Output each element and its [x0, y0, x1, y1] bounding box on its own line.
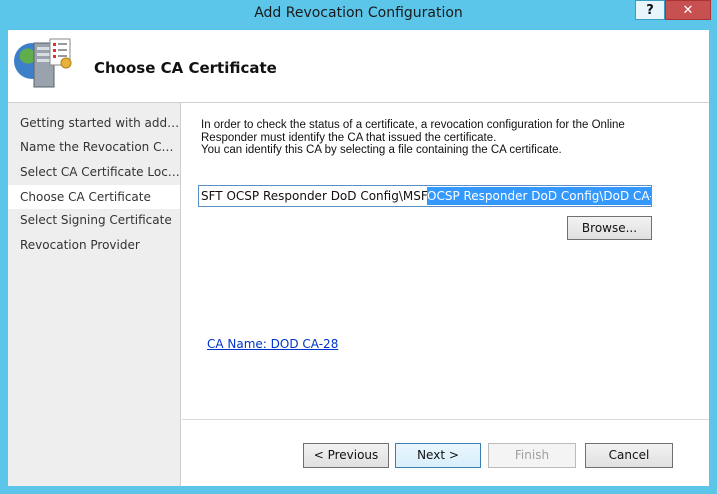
dialog-window: Add Revocation Configuration ? ✕ Choose … — [0, 0, 717, 494]
dialog-client-area: Choose CA Certificate Getting started wi… — [8, 30, 709, 486]
description-line: You can identify this CA by selecting a … — [201, 144, 562, 156]
previous-button[interactable]: < Previous — [303, 443, 389, 468]
description-line: In order to check the status of a certif… — [201, 119, 625, 131]
nav-item-choose-ca-certificate[interactable]: Choose CA Certificate — [8, 185, 180, 209]
certificate-server-icon — [14, 38, 72, 88]
path-text-unselected: SFT OCSP Responder DoD Config\MSFT — [201, 189, 435, 203]
cancel-button[interactable]: Cancel — [585, 443, 673, 468]
wizard-header: Choose CA Certificate — [8, 30, 709, 103]
wizard-nav: Getting started with addi... Name the Re… — [8, 103, 181, 486]
next-button[interactable]: Next > — [395, 443, 481, 468]
browse-button[interactable]: Browse... — [567, 216, 652, 240]
help-button[interactable]: ? — [635, 0, 665, 20]
wizard-content: In order to check the status of a certif… — [182, 103, 709, 486]
certificate-path-input[interactable]: SFT OCSP Responder DoD Config\MSFT OCSP … — [198, 185, 652, 207]
path-text-selected: OCSP Responder DoD Config\DoD CA-28.cer — [427, 187, 651, 205]
nav-item-name-revocation[interactable]: Name the Revocation Co... — [8, 135, 180, 159]
nav-item-select-ca-location[interactable]: Select CA Certificate Loca... — [8, 160, 180, 184]
window-title: Add Revocation Configuration — [254, 5, 463, 21]
footer-divider — [182, 419, 709, 420]
description-line: Responder must identify the CA that issu… — [201, 131, 497, 144]
title-bar[interactable]: Add Revocation Configuration ? ✕ — [0, 0, 717, 28]
nav-item-select-signing-certificate[interactable]: Select Signing Certificate — [8, 208, 180, 232]
finish-button: Finish — [488, 443, 576, 468]
nav-item-revocation-provider[interactable]: Revocation Provider — [8, 233, 180, 257]
nav-item-getting-started[interactable]: Getting started with addi... — [8, 111, 180, 135]
description-text: In order to check the status of a certif… — [201, 119, 681, 157]
close-button[interactable]: ✕ — [665, 0, 711, 20]
page-title: Choose CA Certificate — [94, 59, 277, 77]
ca-name-link[interactable]: CA Name: DOD CA-28 — [207, 337, 338, 351]
